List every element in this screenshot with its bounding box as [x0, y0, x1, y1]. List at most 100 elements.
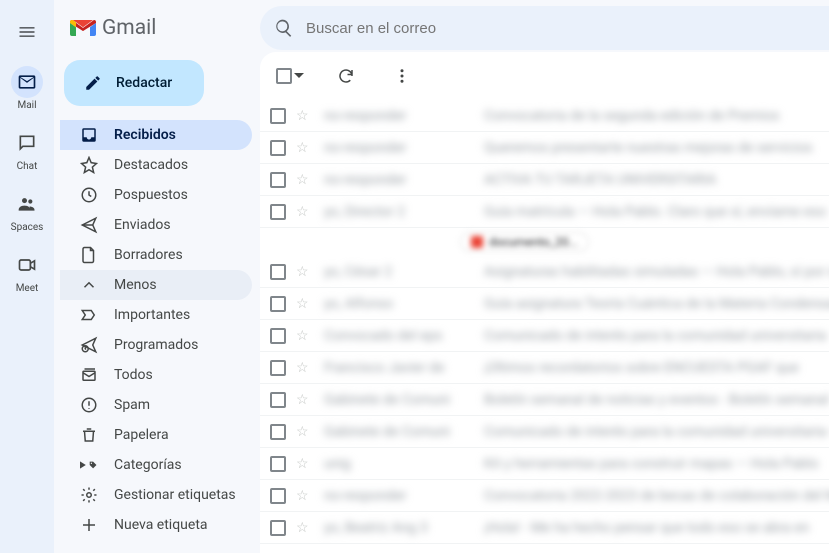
star-button[interactable]: ☆ [296, 328, 314, 344]
mail-row[interactable]: ☆no-responderACTIVA TU TARJETA UNIVERSIT… [260, 164, 829, 196]
attachment-chip[interactable]: documento_20... [460, 232, 589, 252]
row-checkbox[interactable] [270, 456, 286, 472]
gear-icon [80, 486, 98, 504]
sidebar-item-sent[interactable]: Enviados [60, 210, 252, 240]
row-checkbox[interactable] [270, 204, 286, 220]
sidebar-item-categories[interactable]: Categorías [60, 450, 252, 480]
star-button[interactable]: ☆ [296, 456, 314, 472]
nav-label: Todos [114, 367, 153, 383]
row-checkbox[interactable] [270, 520, 286, 536]
sidebar-item-spam[interactable]: Spam [60, 390, 252, 420]
sender: yo, Beatriz Ang 3 [324, 520, 474, 536]
row-checkbox[interactable] [270, 108, 286, 124]
menu-button[interactable] [7, 12, 47, 52]
nav-label: Nueva etiqueta [114, 517, 208, 533]
star-button[interactable]: ☆ [296, 108, 314, 124]
nav-label: Importantes [114, 307, 190, 323]
row-checkbox[interactable] [270, 296, 286, 312]
mail-row[interactable]: ☆no-responderConvocatoria de la segunda … [260, 100, 829, 132]
star-button[interactable]: ☆ [296, 520, 314, 536]
row-checkbox[interactable] [270, 424, 286, 440]
rail-label: Chat [17, 161, 38, 172]
mail-row[interactable]: ☆ Francisco Javier de ¡Últimos recordatori… [260, 352, 829, 384]
sender: unig [324, 456, 474, 472]
rail-label: Meet [16, 283, 39, 294]
hamburger-icon [17, 22, 37, 42]
row-checkbox[interactable] [270, 264, 286, 280]
row-checkbox[interactable] [270, 140, 286, 156]
nav-label: Recibidos [114, 127, 176, 143]
sidebar-item-less[interactable]: Menos [60, 270, 252, 300]
row-checkbox[interactable] [270, 172, 286, 188]
subject: Queremos presentarte nuestras mejoras de… [484, 140, 829, 156]
rail-item-meet[interactable]: Meet [0, 243, 54, 300]
sidebar-item-manage-labels[interactable]: Gestionar etiquetas [60, 480, 252, 510]
star-button[interactable]: ☆ [296, 424, 314, 440]
row-checkbox[interactable] [270, 392, 286, 408]
mail-row[interactable]: ☆Gabinete de ComuniComunicado de interés… [260, 416, 829, 448]
star-button[interactable]: ☆ [296, 360, 314, 376]
star-button[interactable]: ☆ [296, 172, 314, 188]
sidebar-item-new-label[interactable]: Nueva etiqueta [60, 510, 252, 540]
row-checkbox[interactable] [270, 328, 286, 344]
sidebar-item-drafts[interactable]: Borradores [60, 240, 252, 270]
row-checkbox[interactable] [270, 360, 286, 376]
sidebar-item-trash[interactable]: Papelera [60, 420, 252, 450]
rail-item-spaces[interactable]: Spaces [0, 182, 54, 239]
mail-row[interactable]: ☆yo, AlfonsoGuía asignatura Teoría Cuánt… [260, 288, 829, 320]
mail-row[interactable]: ☆Convocado del epsComunicado de interés … [260, 320, 829, 352]
send-icon [80, 216, 98, 234]
attachment-row[interactable]: documento_20... [260, 228, 829, 256]
sender: Francisco Javier de [324, 360, 474, 376]
tag-icon [88, 458, 98, 472]
search-input[interactable] [306, 20, 829, 37]
chevron-up-icon [80, 276, 98, 294]
mail-row[interactable]: ☆unigKit y herramientas para construir m… [260, 448, 829, 480]
refresh-button[interactable] [328, 58, 364, 94]
rail-item-mail[interactable]: Mail [0, 60, 54, 117]
more-vert-icon [393, 67, 411, 85]
scheduled-icon [80, 336, 98, 354]
sender: Gabinete de Comuni [324, 392, 474, 408]
subject: ¡Últimos recordatorios sobre ENCUESTA PG… [484, 360, 829, 376]
mail-row[interactable]: ☆no-responderQueremos presentarte nuestr… [260, 132, 829, 164]
sender: no-responder [324, 172, 474, 188]
stacked-mail-icon [80, 366, 98, 384]
subject: Convocatoria de la segunda edición de Pr… [484, 108, 829, 124]
row-checkbox[interactable] [270, 488, 286, 504]
search-bar[interactable] [260, 6, 829, 50]
star-button[interactable]: ☆ [296, 204, 314, 220]
star-button[interactable]: ☆ [296, 296, 314, 312]
subject: Comunicado de interés para la comunidad … [484, 328, 829, 344]
inbox-icon [80, 126, 98, 144]
brand[interactable]: Gmail [62, 16, 252, 40]
nav-label: Enviados [114, 217, 171, 233]
star-button[interactable]: ☆ [296, 488, 314, 504]
mail-content: ☆ no-responder Convocatoria de la segunda … [260, 52, 829, 553]
star-icon [80, 156, 98, 174]
mail-row[interactable]: ☆yo, Director 2Guía matrícula — Hola Pab… [260, 196, 829, 228]
more-button[interactable] [384, 58, 420, 94]
sidebar-item-scheduled[interactable]: Programados [60, 330, 252, 360]
sender: yo, Director 2 [324, 204, 474, 220]
sidebar-item-important[interactable]: Importantes [60, 300, 252, 330]
rail-item-chat[interactable]: Chat [0, 121, 54, 178]
trash-icon [80, 426, 98, 444]
mail-row[interactable]: ☆yo, Beatriz Ang 3¡Hola! - Me ha hecho p… [260, 512, 829, 544]
sidebar-item-snoozed[interactable]: Pospuestos [60, 180, 252, 210]
app-rail: Mail Chat Spaces Meet [0, 0, 54, 553]
sidebar-item-starred[interactable]: Destacados [60, 150, 252, 180]
star-button[interactable]: ☆ [296, 264, 314, 280]
mail-list: ☆ no-responder Convocatoria de la segunda … [260, 100, 829, 553]
mail-row[interactable]: ☆no-responderConvocatoria 2022-2023 de b… [260, 480, 829, 512]
sidebar-item-all[interactable]: Todos [60, 360, 252, 390]
compose-button[interactable]: Redactar [64, 60, 204, 106]
star-button[interactable]: ☆ [296, 140, 314, 156]
mail-row[interactable]: ☆yo, César 2Asignaturas habilitadas simu… [260, 256, 829, 288]
sidebar-item-inbox[interactable]: Recibidos [60, 120, 252, 150]
select-all-button[interactable] [272, 64, 308, 88]
search-icon [274, 18, 294, 38]
mail-row[interactable]: ☆Gabinete de ComuniBoletín semanal de no… [260, 384, 829, 416]
star-button[interactable]: ☆ [296, 392, 314, 408]
file-icon [80, 246, 98, 264]
